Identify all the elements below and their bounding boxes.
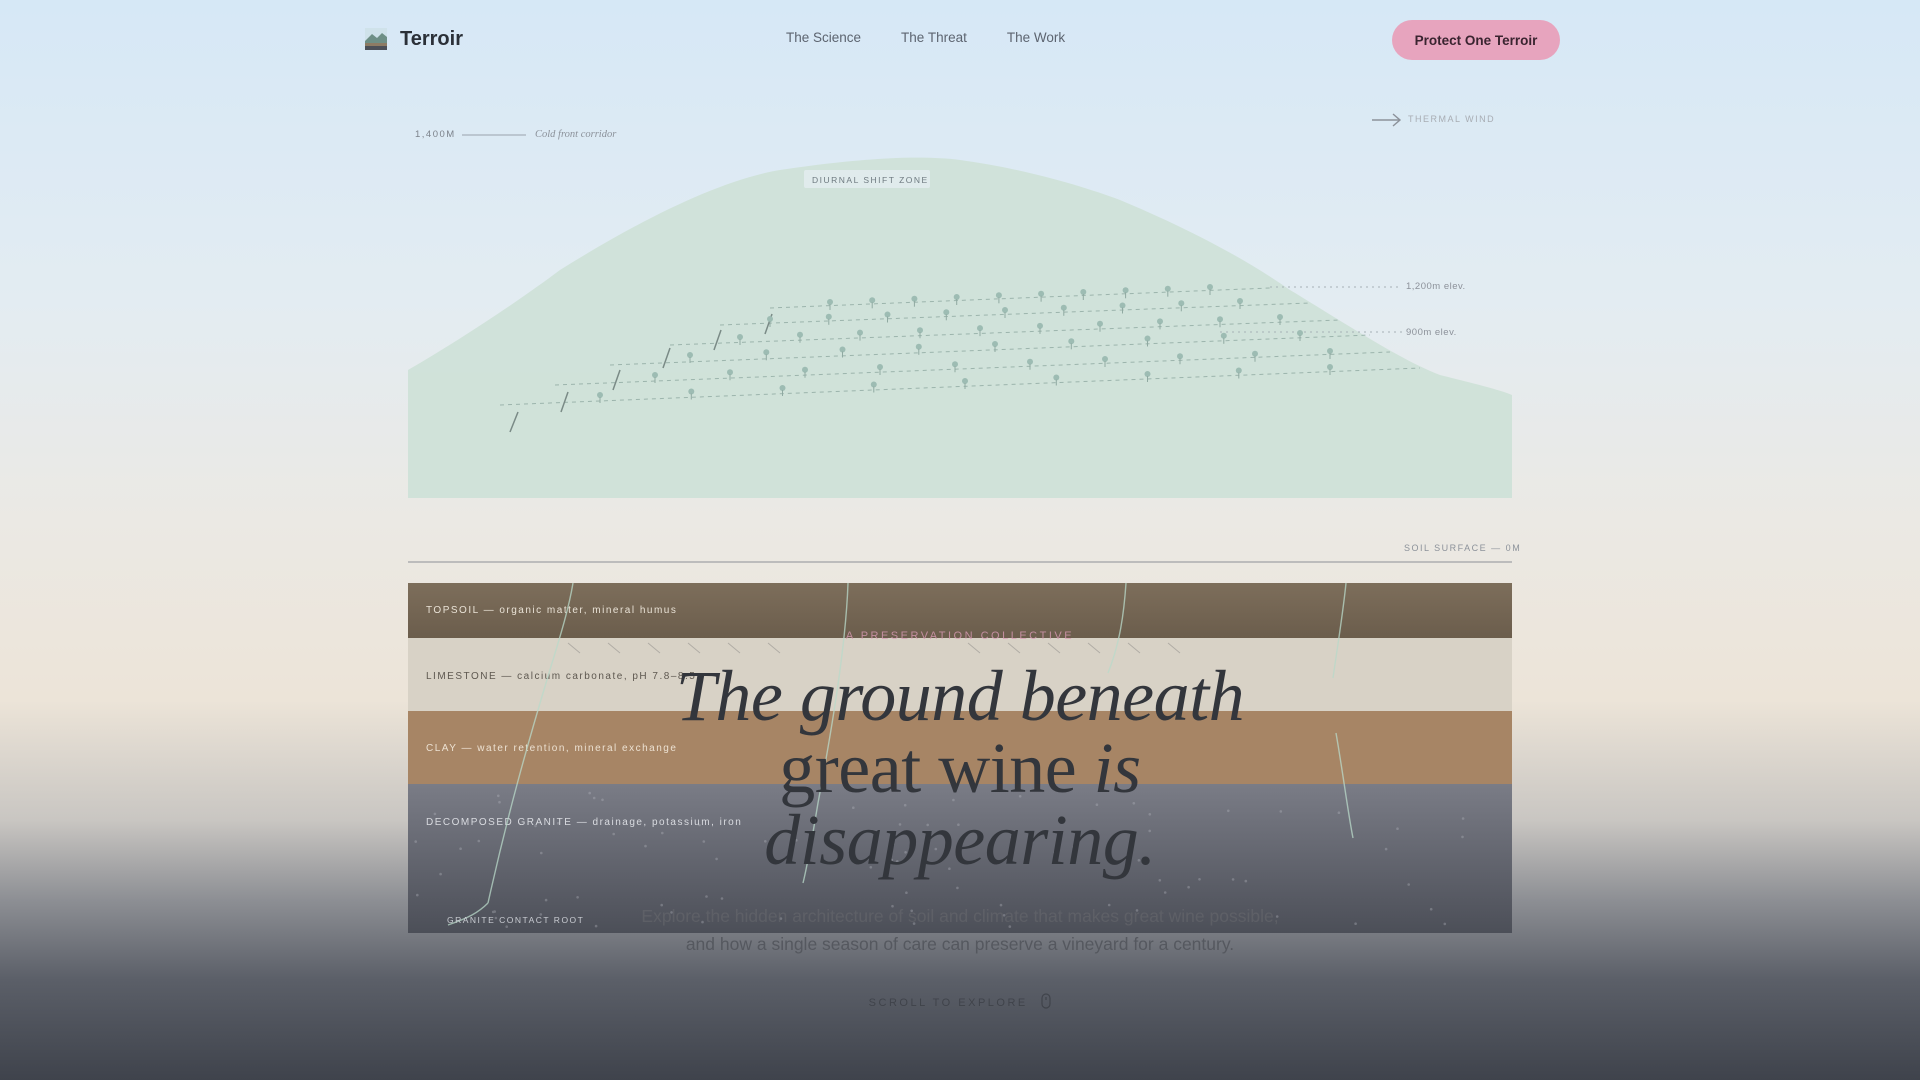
- granite-fleck: [1187, 885, 1190, 889]
- granite-fleck: [491, 910, 495, 914]
- granite-fleck: [439, 872, 442, 876]
- elevation-label-high: 1,200m elev.: [1406, 281, 1466, 292]
- granite-fleck: [544, 898, 548, 902]
- granite-fleck: [594, 924, 598, 928]
- cold-corridor-label: Cold front corridor: [535, 129, 617, 140]
- soil-surface-label: SOIL SURFACE — 0M: [1404, 543, 1522, 553]
- headline-line-3: disappearing.: [764, 800, 1156, 880]
- headline-line-2a: great wine: [779, 728, 1094, 808]
- granite-fleck: [1163, 891, 1167, 894]
- hero-eyebrow: A PRESERVATION COLLECTIVE: [845, 630, 1075, 642]
- granite-fleck: [534, 824, 537, 828]
- granite-fleck: [705, 895, 708, 898]
- granite-fleck: [1443, 922, 1447, 926]
- granite-fleck: [720, 897, 724, 900]
- scroll-label: SCROLL TO EXPLORE: [868, 997, 1028, 1009]
- elevation-label-low: 900m elev.: [1406, 327, 1457, 338]
- granite-fleck: [1461, 817, 1465, 820]
- altitude-label: 1,400M: [415, 129, 456, 140]
- diurnal-zone-label: DIURNAL SHIFT ZONE: [812, 175, 929, 185]
- granite-fleck: [416, 893, 419, 897]
- hillside: [408, 157, 1512, 498]
- granite-fleck: [477, 839, 481, 843]
- mouse-icon: [1041, 993, 1051, 1009]
- granite-fleck: [1244, 879, 1248, 883]
- granite-fleck: [498, 800, 501, 804]
- granite-fleck: [505, 925, 508, 928]
- granite-fleck: [1407, 883, 1410, 886]
- granite-fleck: [1231, 878, 1235, 881]
- headline-line-1: The ground beneath: [675, 656, 1245, 736]
- granite-fleck: [1429, 907, 1433, 911]
- granite-fleck: [497, 794, 500, 798]
- headline-line-2b: is: [1093, 728, 1142, 808]
- granite-fleck: [905, 891, 908, 894]
- granite-fleck: [1396, 827, 1399, 830]
- granite-fleck: [540, 851, 543, 855]
- granite-fleck: [956, 886, 959, 890]
- hero-subcopy-line-1: Explore the hidden architecture of soil …: [641, 906, 1279, 926]
- hero-subcopy-line-2: and how a single season of care can pres…: [685, 934, 1235, 954]
- hero: The ground beneath great wine is disappe…: [560, 660, 1360, 876]
- scroll-to-explore[interactable]: SCROLL TO EXPLORE: [860, 993, 1060, 1009]
- granite-fleck: [414, 840, 417, 843]
- granite-fleck: [459, 847, 462, 850]
- granite-fleck: [1354, 922, 1357, 925]
- hero-headline: The ground beneath great wine is disappe…: [560, 660, 1360, 876]
- hero-subcopy: Explore the hidden architecture of soil …: [610, 902, 1310, 958]
- granite-fleck: [1461, 835, 1464, 839]
- granite-fleck: [1158, 879, 1162, 882]
- granite-fleck: [1198, 878, 1201, 881]
- granite-fleck: [433, 812, 437, 816]
- granite-contact-root-label: GRANITE CONTACT ROOT: [447, 915, 585, 925]
- granite-fleck: [1384, 847, 1388, 851]
- terroir-diagram: [408, 113, 1512, 563]
- thermal-wind-arrow-icon: [1372, 113, 1402, 127]
- granite-fleck: [576, 896, 579, 899]
- thermal-wind-label: THERMAL WIND: [1408, 114, 1496, 124]
